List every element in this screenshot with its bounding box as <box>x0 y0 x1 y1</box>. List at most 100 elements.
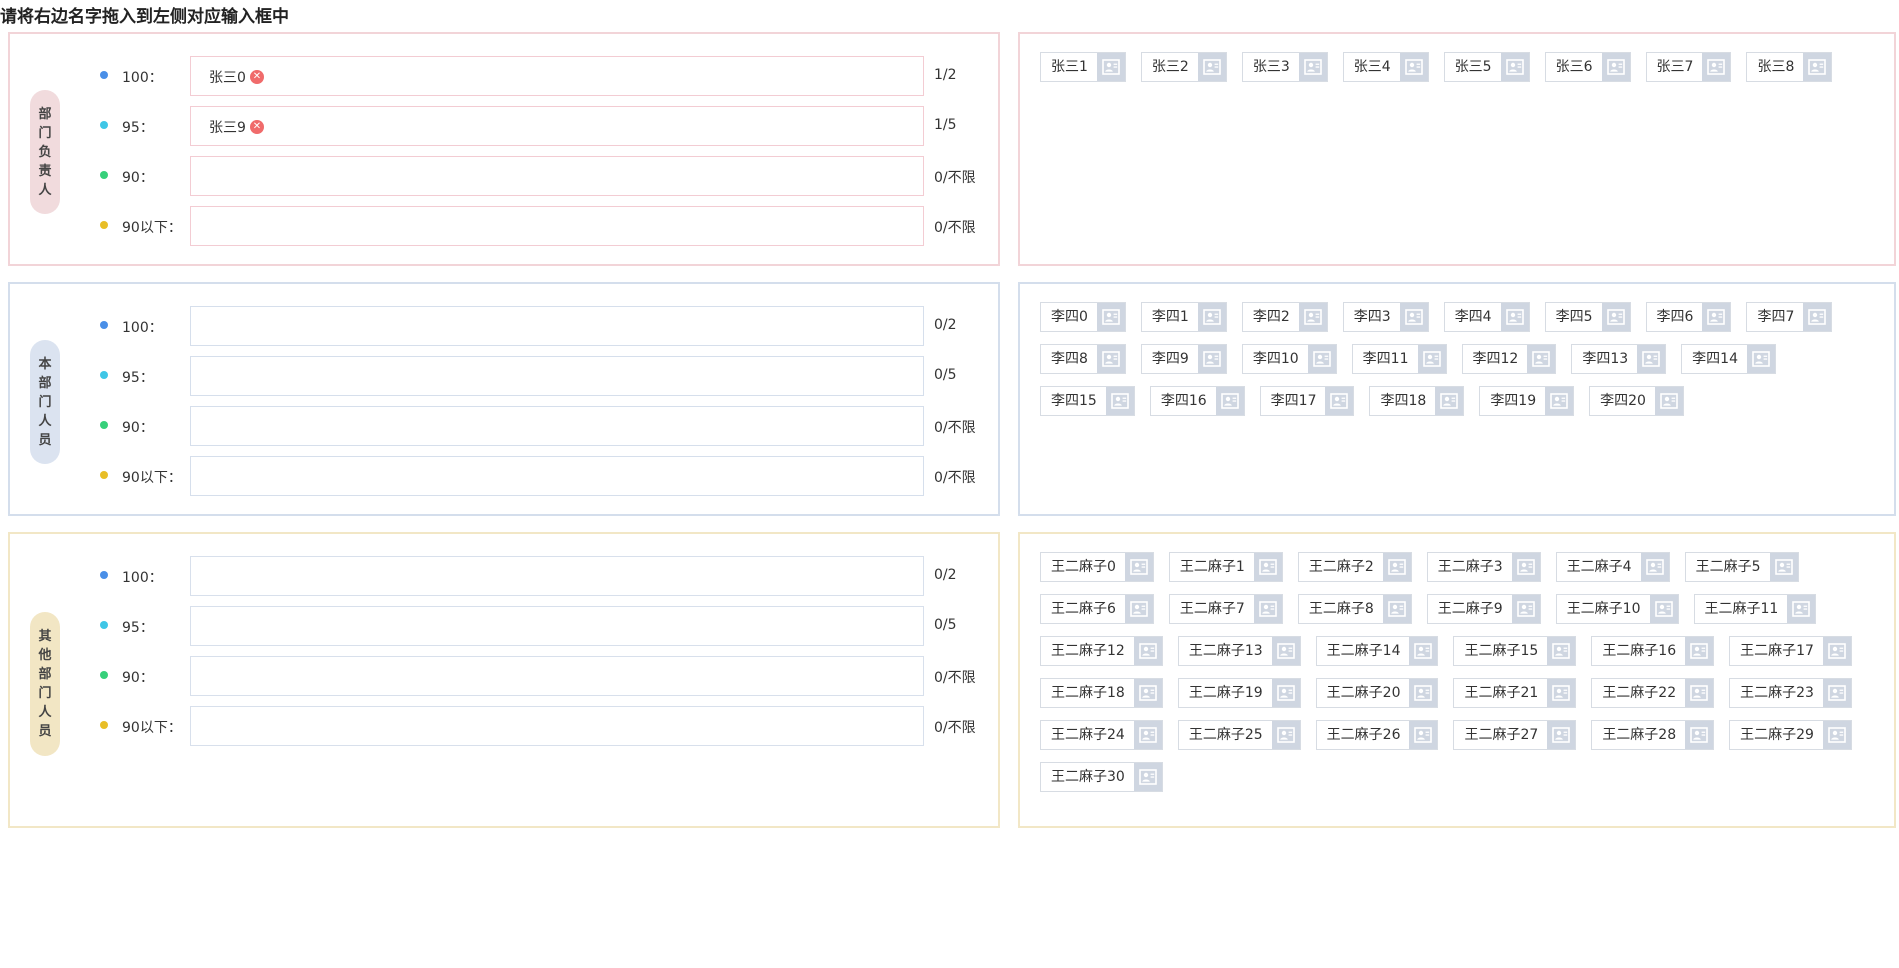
name-chip[interactable]: 李四4 <box>1443 302 1530 332</box>
name-chip[interactable]: 王二麻子10 <box>1555 594 1679 624</box>
name-chip[interactable]: 李四8 <box>1040 344 1126 374</box>
name-chip[interactable]: 张三6 <box>1544 52 1631 82</box>
score-label: 95： <box>122 620 154 636</box>
name-chip[interactable]: 王二麻子12 <box>1040 636 1163 666</box>
drop-zone[interactable] <box>190 156 924 196</box>
category-label-text: 其他部门人员 <box>38 629 52 739</box>
id-card-icon <box>1500 303 1529 331</box>
name-chip[interactable]: 王二麻子21 <box>1453 678 1577 708</box>
name-chip[interactable]: 王二麻子2 <box>1297 552 1412 582</box>
close-circle-icon[interactable]: ✕ <box>249 70 264 84</box>
name-chip[interactable]: 王二麻子30 <box>1040 762 1163 792</box>
name-chip[interactable]: 李四18 <box>1369 386 1465 416</box>
name-chip-label: 李四13 <box>1582 351 1629 367</box>
name-chip[interactable]: 王二麻子28 <box>1591 720 1715 750</box>
name-chip-label: 王二麻子28 <box>1602 727 1677 743</box>
name-chip[interactable]: 王二麻子25 <box>1177 720 1301 750</box>
id-card-icon <box>1637 345 1666 373</box>
id-card-icon <box>1133 679 1162 707</box>
name-chip[interactable]: 王二麻子24 <box>1040 720 1163 750</box>
drop-zone[interactable] <box>190 206 924 246</box>
name-chip[interactable]: 李四20 <box>1589 386 1684 416</box>
name-chip[interactable]: 李四14 <box>1681 344 1776 374</box>
name-chip[interactable]: 王二麻子26 <box>1315 720 1439 750</box>
placed-name[interactable]: 张三0 ✕ <box>209 67 264 87</box>
drop-zone[interactable] <box>190 656 924 696</box>
name-chip[interactable]: 李四1 <box>1140 302 1227 332</box>
name-chip[interactable]: 王二麻子19 <box>1177 678 1301 708</box>
id-card-icon <box>1133 763 1162 791</box>
id-card-icon <box>1096 303 1125 331</box>
name-chip[interactable]: 李四10 <box>1241 344 1337 374</box>
name-chip[interactable]: 王二麻子4 <box>1555 552 1670 582</box>
drop-zone[interactable] <box>190 556 924 596</box>
name-chip[interactable]: 王二麻子9 <box>1426 594 1541 624</box>
name-chip[interactable]: 王二麻子18 <box>1040 678 1163 708</box>
name-chip-label: 王二麻子25 <box>1188 727 1263 743</box>
name-chip[interactable]: 王二麻子7 <box>1168 594 1283 624</box>
name-chip[interactable]: 李四15 <box>1040 386 1135 416</box>
name-chip[interactable]: 王二麻子17 <box>1729 636 1852 666</box>
name-chip-label: 李四19 <box>1490 393 1537 409</box>
name-chip[interactable]: 张三5 <box>1443 52 1530 82</box>
score-label: 95： <box>122 370 154 386</box>
name-chip[interactable]: 王二麻子29 <box>1729 720 1852 750</box>
name-chip[interactable]: 王二麻子22 <box>1591 678 1715 708</box>
drop-zone[interactable] <box>190 706 924 746</box>
name-chip[interactable]: 李四3 <box>1342 302 1429 332</box>
name-chip[interactable]: 王二麻子8 <box>1297 594 1412 624</box>
name-chip[interactable]: 王二麻子14 <box>1315 636 1439 666</box>
name-chip[interactable]: 王二麻子6 <box>1040 594 1154 624</box>
close-circle-icon[interactable]: ✕ <box>249 120 264 134</box>
drop-zone[interactable] <box>190 606 924 646</box>
name-chip[interactable]: 李四11 <box>1351 344 1447 374</box>
name-chip[interactable]: 王二麻子27 <box>1453 720 1577 750</box>
name-chip[interactable]: 李四19 <box>1479 386 1575 416</box>
placed-name-text: 张三9 <box>209 120 246 136</box>
name-chip-label: 李四11 <box>1362 351 1409 367</box>
name-chip[interactable]: 王二麻子16 <box>1591 636 1715 666</box>
name-chip[interactable]: 李四16 <box>1149 386 1245 416</box>
drop-zone[interactable]: 张三9 ✕ <box>190 106 924 146</box>
name-chip-label: 王二麻子8 <box>1308 601 1374 617</box>
name-chip[interactable]: 李四6 <box>1645 302 1732 332</box>
drop-zone[interactable] <box>190 356 924 396</box>
name-chip-label: 李四15 <box>1051 393 1097 409</box>
drop-zone[interactable]: 张三0 ✕ <box>190 56 924 96</box>
score-row: 95： 0/5 <box>100 356 990 396</box>
name-chip[interactable]: 李四7 <box>1746 302 1833 332</box>
id-card-icon <box>1271 721 1300 749</box>
name-chip[interactable]: 张三7 <box>1645 52 1732 82</box>
name-chip[interactable]: 张三4 <box>1342 52 1429 82</box>
name-chip[interactable]: 王二麻子5 <box>1684 552 1799 582</box>
name-chip[interactable]: 王二麻子1 <box>1168 552 1283 582</box>
drop-zone[interactable] <box>190 406 924 446</box>
placed-name[interactable]: 张三9 ✕ <box>209 117 264 137</box>
category-section: 部门负责人 100： 张三0 ✕ 1/2 95： 张三9 ✕ 1/5 90： 0/不限 90以下： 0/… <box>8 32 1000 266</box>
name-chip[interactable]: 王二麻子23 <box>1729 678 1852 708</box>
drop-zone[interactable] <box>190 306 924 346</box>
name-chip[interactable]: 王二麻子13 <box>1177 636 1301 666</box>
name-chip[interactable]: 王二麻子20 <box>1315 678 1439 708</box>
name-chip[interactable]: 王二麻子0 <box>1040 552 1154 582</box>
name-chip-label: 李四8 <box>1051 351 1088 367</box>
name-chip[interactable]: 李四17 <box>1259 386 1355 416</box>
name-chip[interactable]: 李四5 <box>1544 302 1631 332</box>
id-card-icon <box>1803 303 1832 331</box>
name-chip[interactable]: 王二麻子3 <box>1426 552 1541 582</box>
name-chip[interactable]: 李四13 <box>1571 344 1667 374</box>
category-section: 本部门人员 100： 0/2 95： 0/5 90： 0/不限 90以下： 0/不限 <box>8 282 1000 516</box>
name-chip[interactable]: 张三8 <box>1746 52 1833 82</box>
name-chip[interactable]: 李四9 <box>1140 344 1227 374</box>
name-chip[interactable]: 李四12 <box>1461 344 1557 374</box>
name-chip[interactable]: 王二麻子11 <box>1693 594 1817 624</box>
page-title: 请将右边名字拖入到左侧对应输入框中 <box>0 7 289 27</box>
name-chip[interactable]: 张三2 <box>1140 52 1227 82</box>
name-chip[interactable]: 李四0 <box>1040 302 1126 332</box>
name-chip[interactable]: 李四2 <box>1241 302 1328 332</box>
name-chip-label: 王二麻子27 <box>1464 727 1539 743</box>
drop-zone[interactable] <box>190 456 924 496</box>
name-chip[interactable]: 张三1 <box>1040 52 1126 82</box>
name-chip[interactable]: 王二麻子15 <box>1453 636 1577 666</box>
name-chip[interactable]: 张三3 <box>1241 52 1328 82</box>
